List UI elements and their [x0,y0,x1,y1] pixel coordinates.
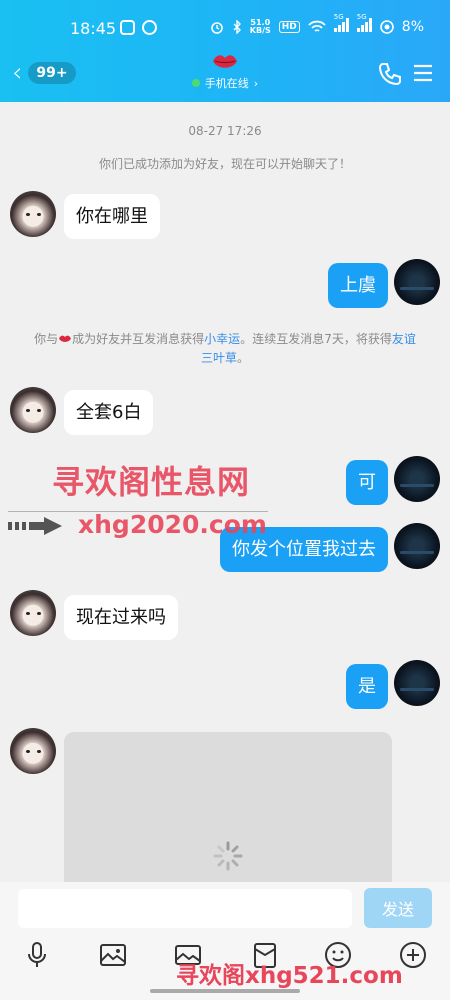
message-bubble-outgoing[interactable]: 是 [346,664,388,709]
friend-avatar[interactable] [10,590,56,636]
signal-1: 5G [333,13,349,36]
message-bubble-outgoing[interactable]: 可 [346,460,388,505]
self-avatar[interactable] [394,660,440,706]
friend-avatar[interactable] [10,387,56,433]
lucky-link[interactable]: 小幸运 [204,332,240,346]
self-avatar[interactable] [394,456,440,502]
lips-icon [213,55,237,68]
back-button[interactable]: ‹ 99+ [12,58,82,88]
message-input[interactable] [18,889,352,928]
contact-title[interactable]: 手机在线 › [150,52,300,91]
cloud-notification-icon [142,20,157,35]
bluetooth-icon [233,20,241,34]
menu-icon[interactable] [412,62,434,84]
home-indicator[interactable] [150,989,300,993]
wifi-icon [308,20,326,32]
self-avatar[interactable] [394,259,440,305]
alarm-icon [210,22,223,34]
watermark-text: 寻欢阁性息网 [52,463,251,501]
arrow-right-icon [8,517,62,535]
lips-icon [59,335,72,342]
unread-count-badge: 99+ [28,62,76,84]
photo-album-icon[interactable] [98,940,128,970]
online-status: 手机在线 › [150,75,300,91]
chevron-left-icon: ‹ [12,58,23,88]
battery-icon [379,20,394,34]
phone-call-button[interactable] [376,60,404,88]
status-bar: 18:45 51.0 KB/S HD 5G 5G 8% [0,13,450,40]
watermark-url: xhg2020.com [78,510,267,539]
status-indicators: 51.0 KB/S HD 5G 5G 8% [210,13,424,36]
send-button[interactable]: 发送 [364,888,432,928]
friend-added-notice: 你们已成功添加为好友，现在可以开始聊天了！ [98,157,351,171]
status-time: 18:45 [70,19,117,38]
battery-level: 8% [401,19,424,35]
signal-2: 5G [356,13,372,36]
message-bubble-incoming[interactable]: 现在过来吗 [64,595,178,640]
input-bar: 发送 寻欢阁xhg521.com [0,882,450,1000]
watermark-footer: 寻欢阁xhg521.com [176,963,403,989]
message-list[interactable]: 08-27 17:26 你们已成功添加为好友，现在可以开始聊天了！ 你在哪里 上… [0,102,450,892]
microphone-icon[interactable] [22,940,52,970]
app-notification-icon [120,20,135,35]
loading-spinner-icon [213,841,243,871]
system-message: 你与 成为好友并互发消息获得小幸运。连续互发消息7天，将获得友谊三叶草。 [34,332,416,365]
message-bubble-incoming[interactable]: 你在哪里 [64,194,160,239]
hd-badge: HD [278,21,300,33]
friend-avatar[interactable] [10,191,56,237]
chat-header: 18:45 51.0 KB/S HD 5G 5G 8% ‹ 99+ 手机在线 › [0,0,450,102]
message-bubble-incoming[interactable]: 全套6白 [64,390,154,435]
chat-timestamp: 08-27 17:26 [188,124,262,138]
message-bubble-outgoing[interactable]: 上虞 [328,263,388,308]
network-speed: 51.0 KB/S [249,18,271,35]
friend-avatar[interactable] [10,728,56,774]
online-dot-icon [191,79,200,87]
chevron-right-icon: › [253,76,259,90]
image-message-placeholder[interactable] [64,732,392,892]
self-avatar[interactable] [394,523,440,569]
